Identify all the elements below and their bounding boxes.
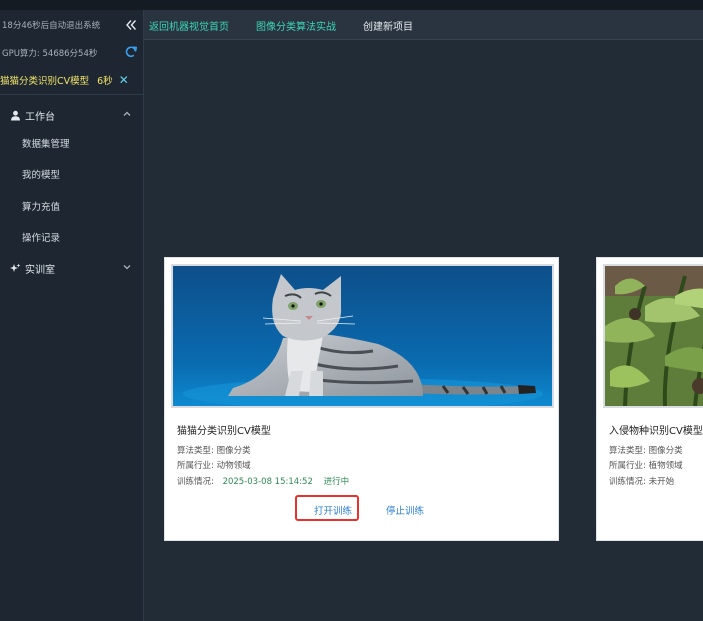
- image-classification-practice-link[interactable]: 图像分类算法实战: [256, 18, 336, 34]
- plant-photo: [605, 266, 703, 406]
- sidebar-group-workbench[interactable]: 工作台: [10, 105, 134, 125]
- card-field-value: 动物领域: [216, 461, 251, 471]
- gpu-compute-balance: GPU算力: 54686分54秒: [2, 49, 98, 59]
- card-field-value: 图像分类: [216, 446, 251, 456]
- card-image-cat[interactable]: [171, 264, 554, 408]
- main-content: 猫猫分类识别CV模型 算法类型: 图像分类 所属行业: 动物领域 训练情况: 2…: [145, 41, 703, 621]
- sidebar-item-operation-log[interactable]: 操作记录: [22, 228, 134, 246]
- active-task-time: 6秒: [97, 76, 113, 87]
- open-training-button[interactable]: 打开训练: [314, 503, 352, 517]
- sparkle-icon: [10, 263, 21, 272]
- card-field-label: 所属行业:: [609, 461, 646, 471]
- card-title: 入侵物种识别CV模型: [609, 426, 703, 437]
- active-task-bar: 猫猫分类识别CV模型 6秒 ✕: [0, 70, 144, 90]
- close-icon[interactable]: ✕: [119, 73, 129, 87]
- card-industry: 所属行业: 植物领域: [609, 459, 683, 471]
- card-field-label: 训练情况:: [177, 477, 214, 487]
- card-algorithm-type: 算法类型: 图像分类: [609, 444, 683, 456]
- card-field-value: 植物领域: [648, 461, 683, 471]
- back-to-vision-home-link[interactable]: 返回机器视觉首页: [149, 18, 229, 34]
- stop-training-button[interactable]: 停止训练: [386, 503, 424, 517]
- status-badge: 进行中: [323, 477, 350, 487]
- card-field-label: 所属行业:: [177, 461, 214, 471]
- refresh-icon[interactable]: [124, 45, 138, 59]
- chevron-down-icon: [123, 265, 131, 270]
- sidebar-item-compute-recharge[interactable]: 算力充值: [22, 197, 134, 215]
- card-image-plant[interactable]: [603, 264, 703, 408]
- sidebar-group-lab[interactable]: 实训室: [10, 258, 134, 278]
- project-card: 入侵物种识别CV模型 算法类型: 图像分类 所属行业: 植物领域 训练情况: 未…: [596, 257, 703, 541]
- card-industry: 所属行业: 动物领域: [177, 459, 251, 471]
- card-field-label: 算法类型:: [177, 446, 214, 456]
- sidebar-group-label: 实训室: [25, 264, 55, 276]
- card-title: 猫猫分类识别CV模型: [177, 426, 271, 437]
- status-badge: 未开始: [648, 477, 675, 487]
- project-card: 猫猫分类识别CV模型 算法类型: 图像分类 所属行业: 动物领域 训练情况: 2…: [164, 257, 559, 541]
- card-training-status: 训练情况: 2025-03-08 15:14:52 进行中: [177, 475, 349, 487]
- double-chevron-left-icon[interactable]: [124, 18, 138, 32]
- card-training-status: 训练情况: 未开始: [609, 475, 674, 487]
- sidebar-item-dataset-management[interactable]: 数据集管理: [22, 134, 134, 152]
- card-field-value: 图像分类: [648, 446, 683, 456]
- sidebar-item-my-models[interactable]: 我的模型: [22, 165, 134, 183]
- user-icon: [11, 110, 20, 120]
- cat-photo: [173, 266, 552, 406]
- top-navigation-bar: 返回机器视觉首页 图像分类算法实战 创建新项目: [126, 10, 703, 40]
- create-new-project-link[interactable]: 创建新项目: [363, 18, 413, 34]
- sidebar-divider: [0, 94, 144, 95]
- window-top-strip: [0, 0, 703, 10]
- card-field-label: 算法类型:: [609, 446, 646, 456]
- card-algorithm-type: 算法类型: 图像分类: [177, 444, 251, 456]
- active-task-name[interactable]: 猫猫分类识别CV模型: [0, 73, 89, 87]
- chevron-up-icon: [123, 111, 131, 116]
- sidebar: 18分46秒后自动退出系统 GPU算力: 54686分54秒 猫猫分类识别CV模…: [0, 10, 144, 621]
- card-field-label: 训练情况:: [609, 477, 646, 487]
- sidebar-group-label: 工作台: [25, 111, 55, 123]
- training-date: 2025-03-08 15:14:52: [222, 477, 313, 487]
